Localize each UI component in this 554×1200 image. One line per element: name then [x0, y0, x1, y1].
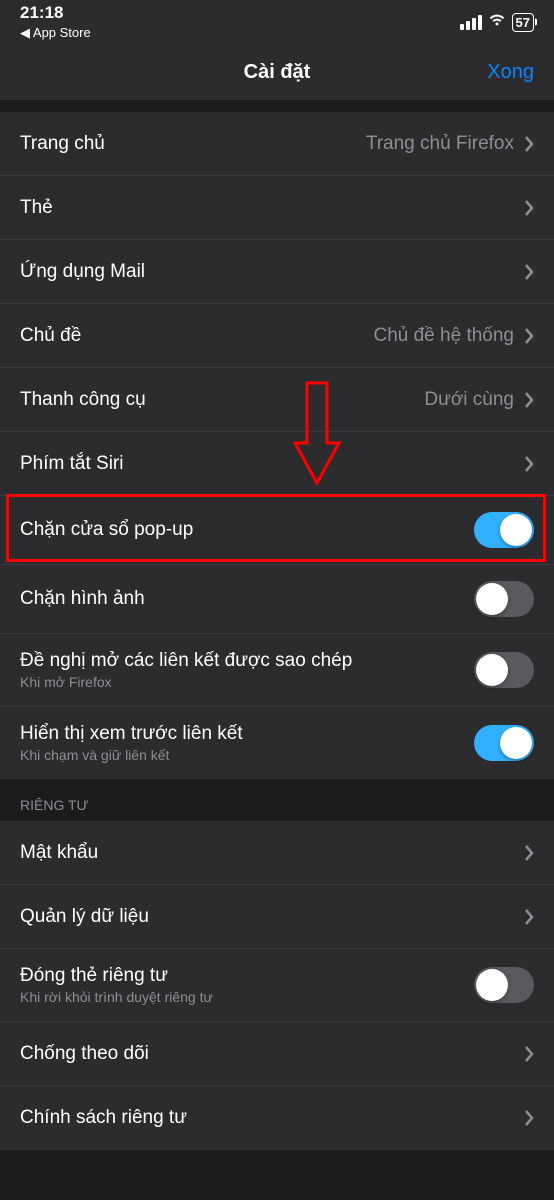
row-label: Ứng dụng Mail [20, 261, 524, 283]
status-time: 21:18 [20, 3, 63, 23]
battery-indicator: 57 [512, 13, 534, 32]
chevron-right-icon [524, 327, 534, 345]
privacy-list: Mật khẩu Quản lý dữ liệu Đóng thẻ riêng … [0, 821, 554, 1150]
row-value: Chủ đề hệ thống [373, 325, 514, 347]
toggle-copied-links[interactable] [474, 652, 534, 688]
status-left: 21:18 ◀ App Store [20, 3, 91, 41]
chevron-right-icon [524, 1045, 534, 1063]
row-label: Đề nghị mở các liên kết được sao chép [20, 650, 474, 672]
row-label: Trang chủ [20, 133, 366, 155]
wifi-icon [488, 13, 506, 32]
row-label: Phím tắt Siri [20, 453, 524, 475]
row-link-preview: Hiển thị xem trước liên kết Khi chạm và … [0, 707, 554, 779]
row-tracking-protection[interactable]: Chống theo dõi [0, 1022, 554, 1086]
chevron-right-icon [524, 391, 534, 409]
toggle-close-private[interactable] [474, 967, 534, 1003]
row-label: Hiển thị xem trước liên kết [20, 723, 474, 745]
chevron-right-icon [524, 844, 534, 862]
row-label: Mật khẩu [20, 842, 524, 864]
row-label: Thanh công cụ [20, 389, 424, 411]
back-to-appstore-link[interactable]: ◀ App Store [20, 25, 91, 41]
toggle-block-images[interactable] [474, 581, 534, 617]
row-copied-links: Đề nghị mở các liên kết được sao chép Kh… [0, 634, 554, 707]
toggle-block-popup[interactable] [474, 512, 534, 548]
row-label: Chống theo dõi [20, 1043, 524, 1065]
toggle-link-preview[interactable] [474, 725, 534, 761]
row-block-popup: Chặn cửa sổ pop-up [0, 496, 554, 565]
row-siri-shortcuts[interactable]: Phím tắt Siri [0, 432, 554, 496]
row-label: Đóng thẻ riêng tư [20, 965, 474, 987]
row-sublabel: Khi chạm và giữ liên kết [20, 747, 474, 763]
chevron-right-icon [524, 455, 534, 473]
status-right: 57 [460, 13, 534, 32]
row-label: Thẻ [20, 197, 524, 219]
row-theme[interactable]: Chủ đề Chủ đề hệ thống [0, 304, 554, 368]
row-toolbar[interactable]: Thanh công cụ Dưới cùng [0, 368, 554, 432]
row-mail-app[interactable]: Ứng dụng Mail [0, 240, 554, 304]
section-gap [0, 100, 554, 112]
row-tabs[interactable]: Thẻ [0, 176, 554, 240]
chevron-right-icon [524, 908, 534, 926]
chevron-right-icon [524, 199, 534, 217]
battery-percentage: 57 [516, 15, 530, 30]
row-privacy-policy[interactable]: Chính sách riêng tư [0, 1086, 554, 1150]
chevron-right-icon [524, 135, 534, 153]
page-title: Cài đặt [244, 61, 311, 84]
row-home[interactable]: Trang chủ Trang chủ Firefox [0, 112, 554, 176]
row-passwords[interactable]: Mật khẩu [0, 821, 554, 885]
row-label: Chính sách riêng tư [20, 1107, 524, 1129]
row-block-images: Chặn hình ảnh [0, 565, 554, 634]
section-header-privacy: RIÊNG TƯ [0, 779, 554, 821]
chevron-right-icon [524, 263, 534, 281]
row-value: Trang chủ Firefox [366, 133, 514, 155]
row-sublabel: Khi mở Firefox [20, 674, 474, 690]
row-value: Dưới cùng [424, 389, 514, 411]
status-bar: 21:18 ◀ App Store 57 [0, 0, 554, 44]
settings-list: Trang chủ Trang chủ Firefox Thẻ Ứng dụng… [0, 112, 554, 779]
row-label: Quản lý dữ liệu [20, 906, 524, 928]
row-sublabel: Khi rời khỏi trình duyệt riêng tư [20, 989, 474, 1005]
row-label: Chặn cửa sổ pop-up [20, 519, 474, 541]
settings-header: Cài đặt Xong [0, 44, 554, 100]
chevron-right-icon [524, 1109, 534, 1127]
cellular-signal-icon [460, 15, 482, 30]
done-button[interactable]: Xong [487, 61, 534, 84]
row-close-private-tabs: Đóng thẻ riêng tư Khi rời khỏi trình duy… [0, 949, 554, 1022]
row-label: Chủ đề [20, 325, 373, 347]
row-data-management[interactable]: Quản lý dữ liệu [0, 885, 554, 949]
row-label: Chặn hình ảnh [20, 588, 474, 610]
